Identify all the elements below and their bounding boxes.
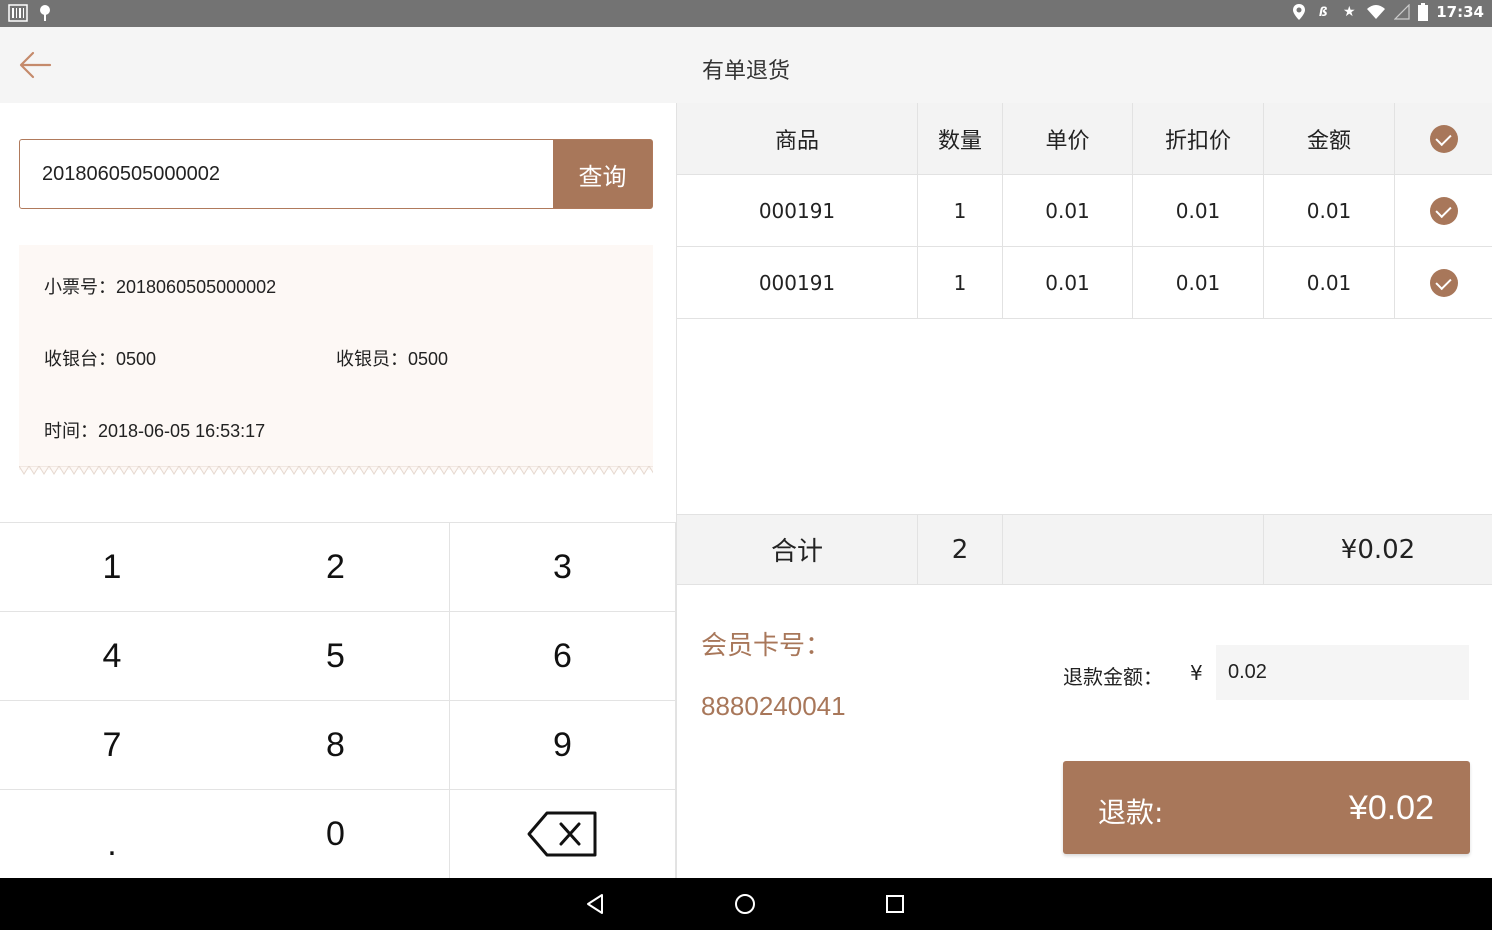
row-discount-price: 0.01: [1133, 175, 1264, 246]
signal-icon: [1394, 4, 1410, 20]
table-row[interactable]: 000191 1 0.01 0.01 0.01: [677, 247, 1492, 319]
page-title: 有单退货: [701, 59, 790, 84]
receipt-card: 小票号：2018060505000002 收银台：0500 收银员：0500 时…: [19, 245, 653, 475]
row-select: [1395, 175, 1492, 246]
refund-button-label: 退款:: [1098, 796, 1164, 829]
row-amount: 0.01: [1264, 247, 1395, 318]
header-quantity: 数量: [918, 103, 1003, 174]
time-value: 2018-06-05 16:53:17: [98, 421, 266, 441]
refund-button[interactable]: 退款: ¥0.02: [1063, 761, 1470, 854]
total-spacer: [1003, 515, 1264, 584]
time-label: 时间：: [44, 421, 98, 442]
header-unit-price: 单价: [1003, 103, 1133, 174]
row-product: 000191: [677, 247, 918, 318]
key-6[interactable]: 6: [450, 612, 676, 701]
total-row: 合计 2 ¥0.02: [677, 514, 1492, 585]
ticket-search-input[interactable]: [20, 140, 553, 208]
key-3[interactable]: 3: [450, 523, 676, 612]
total-label: 合计: [677, 515, 918, 584]
member-card-number: 8880240041: [701, 691, 846, 721]
ticket-number-value: 2018060505000002: [116, 277, 277, 297]
app-header: 有单退货: [0, 27, 1492, 103]
key-4[interactable]: 4: [0, 612, 225, 701]
table-row[interactable]: 000191 1 0.01 0.01 0.01: [677, 175, 1492, 247]
key-5[interactable]: 5: [222, 612, 450, 701]
nav-back-icon[interactable]: [583, 892, 607, 916]
status-time: 17:34: [1436, 3, 1484, 21]
barcode-icon: [8, 4, 28, 22]
table-header: 商品 数量 单价 折扣价 金额: [677, 103, 1492, 175]
nav-home-icon[interactable]: [733, 892, 757, 916]
key-backspace[interactable]: [450, 790, 676, 879]
row-check-icon[interactable]: [1429, 196, 1458, 225]
receipt-time: 时间：2018-06-05 16:53:17: [44, 417, 265, 443]
key-dot[interactable]: .: [0, 790, 225, 879]
header-select-all: [1395, 103, 1492, 174]
register-number: 收银台：0500: [44, 345, 156, 371]
star-icon: ★: [1342, 4, 1356, 20]
wifi-icon: [1367, 5, 1386, 19]
register-value: 0500: [116, 349, 157, 369]
register-label: 收银台：: [44, 349, 116, 370]
cashier-label: 收银员：: [336, 349, 408, 370]
key-7[interactable]: 7: [0, 701, 225, 790]
total-quantity: 2: [918, 515, 1003, 584]
query-button[interactable]: 查询: [553, 140, 652, 208]
row-check-icon[interactable]: [1429, 268, 1458, 297]
key-9[interactable]: 9: [450, 701, 676, 790]
key-2[interactable]: 2: [222, 523, 450, 612]
refund-button-amount: ¥0.02: [1348, 789, 1434, 827]
total-amount: ¥0.02: [1340, 534, 1416, 565]
header-product: 商品: [677, 103, 918, 174]
row-quantity: 1: [918, 175, 1003, 246]
battery-icon: [1418, 3, 1429, 21]
ticket-number: 小票号：2018060505000002: [44, 273, 276, 299]
notification-icon: [40, 5, 50, 21]
receipt-zigzag-edge: [19, 466, 653, 475]
row-discount-price: 0.01: [1133, 247, 1264, 318]
member-card-label: 会员卡号：: [701, 631, 832, 661]
refund-currency: ¥: [1190, 661, 1203, 685]
numeric-keypad: 1 2 3 4 5 6 7 8 9 . 0: [0, 522, 676, 879]
key-1[interactable]: 1: [0, 523, 225, 612]
select-all-check-icon[interactable]: [1429, 124, 1458, 153]
refund-amount-input[interactable]: [1216, 645, 1469, 700]
key-0[interactable]: 0: [222, 790, 450, 879]
refund-amount-label: 退款金额：: [1063, 665, 1163, 689]
left-panel: 查询 小票号：2018060505000002 收银台：0500 收银员：050…: [0, 103, 676, 879]
row-product: 000191: [677, 175, 918, 246]
search-bar: 查询: [19, 139, 653, 209]
system-nav-bar: [0, 878, 1492, 930]
cashier-value: 0500: [408, 349, 449, 369]
key-8[interactable]: 8: [222, 701, 450, 790]
backspace-icon: [527, 811, 596, 857]
right-panel: 商品 数量 单价 折扣价 金额 000191 1 0.01 0.01 0.01 …: [677, 103, 1492, 878]
header-discount-price: 折扣价: [1133, 103, 1264, 174]
cashier-number: 收银员：0500: [336, 345, 448, 371]
row-quantity: 1: [918, 247, 1003, 318]
row-amount: 0.01: [1264, 175, 1395, 246]
status-bar: ß ★ 17:34: [0, 0, 1492, 27]
ticket-number-label: 小票号：: [44, 277, 116, 298]
header-amount: 金额: [1264, 103, 1395, 174]
row-unit-price: 0.01: [1003, 175, 1133, 246]
location-icon: [1293, 4, 1306, 20]
nav-recents-icon[interactable]: [883, 892, 907, 916]
row-unit-price: 0.01: [1003, 247, 1133, 318]
bluetooth-icon: ß: [1318, 5, 1328, 19]
row-select: [1395, 247, 1492, 318]
